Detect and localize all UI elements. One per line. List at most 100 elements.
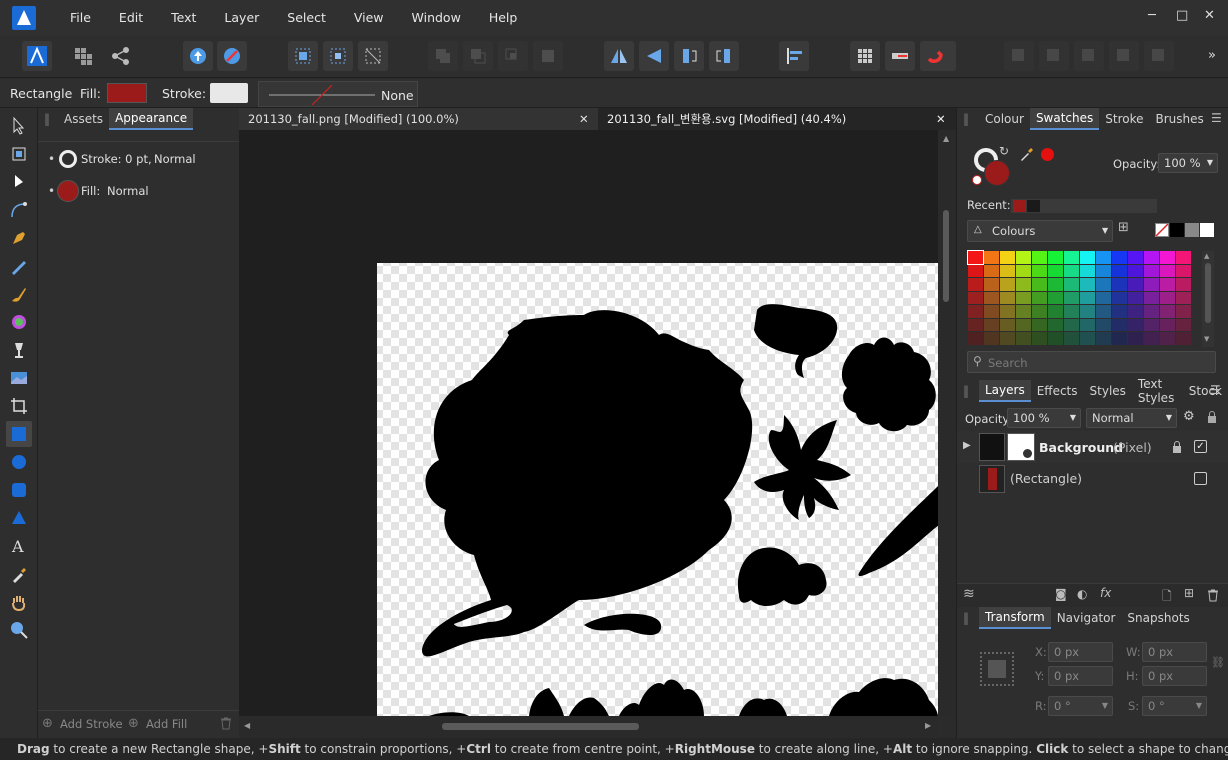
menu-layer[interactable]: Layer [210, 0, 273, 36]
adjustment-icon[interactable]: ◐ [1077, 587, 1087, 601]
swatch-cell[interactable] [984, 318, 999, 331]
arrange-4-button[interactable] [1109, 41, 1139, 71]
scroll-up-icon[interactable]: ▲ [1204, 252, 1209, 260]
swatch-cell[interactable] [1112, 291, 1127, 304]
tab-snapshots[interactable]: Snapshots [1121, 608, 1195, 628]
recent-color-swatch[interactable] [1027, 200, 1040, 212]
swatch-cell[interactable] [1032, 278, 1047, 291]
vertical-scroll-thumb[interactable] [943, 210, 949, 302]
swatch-cell[interactable] [1096, 291, 1111, 304]
menu-edit[interactable]: Edit [105, 0, 157, 36]
snapping-grid-button[interactable] [850, 41, 880, 71]
export-persona-button[interactable] [106, 41, 136, 71]
swatch-cell[interactable] [1160, 264, 1175, 277]
swatch-cell[interactable] [984, 251, 999, 264]
minimize-button[interactable]: ─ [1148, 8, 1156, 23]
swatch-cell[interactable] [1096, 264, 1111, 277]
swatch-cell[interactable] [1032, 264, 1047, 277]
layer-lock-icon[interactable] [1171, 440, 1183, 454]
swatch-cell[interactable] [1000, 264, 1015, 277]
swatch-cell[interactable] [1144, 251, 1159, 264]
designer-persona-button[interactable] [22, 41, 52, 71]
layer-visibility-checkbox[interactable]: ✓ [1194, 440, 1207, 453]
move-tool[interactable] [8, 115, 30, 137]
swatch-cell[interactable] [1160, 291, 1175, 304]
crop-tool[interactable] [8, 395, 30, 417]
swatch-cell[interactable] [1000, 318, 1015, 331]
swatch-cell[interactable] [984, 332, 999, 345]
swatch-cell[interactable] [1144, 291, 1159, 304]
layers-stack-icon[interactable]: ≋ [963, 586, 975, 602]
rotate-left-button[interactable] [674, 41, 704, 71]
menu-text[interactable]: Text [157, 0, 210, 36]
tab-colour[interactable]: Colour [979, 109, 1030, 129]
link-icon[interactable]: ⛓ [1211, 656, 1225, 669]
menu-select[interactable]: Select [273, 0, 340, 36]
swatch-cell[interactable] [1080, 305, 1095, 318]
palette-dropdown[interactable]: △ Colours ▼ [967, 220, 1113, 242]
tab-appearance[interactable]: Appearance [109, 108, 194, 130]
close-tab-icon[interactable]: ✕ [579, 108, 589, 130]
swatch-cell[interactable] [1064, 264, 1079, 277]
swatch-cell[interactable] [1048, 305, 1063, 318]
x-field[interactable]: 0 px [1048, 642, 1113, 662]
swatch-cell[interactable] [1096, 332, 1111, 345]
swatch-cell[interactable] [1032, 305, 1047, 318]
swatch-cell[interactable] [1112, 264, 1127, 277]
place-image-tool[interactable] [8, 367, 30, 389]
mask-layer-icon[interactable]: ◙ [1055, 587, 1067, 601]
align-button[interactable] [779, 41, 809, 71]
add-stroke-button[interactable]: Add Stroke [60, 717, 123, 731]
layer-row-rectangle[interactable]: (Rectangle) [957, 463, 1228, 495]
swatch-cell[interactable] [1176, 264, 1191, 277]
swatch-cell[interactable] [1032, 291, 1047, 304]
swatch-cell[interactable] [1048, 264, 1063, 277]
pixel-persona-button[interactable] [68, 41, 98, 71]
swatch-cell[interactable] [1160, 251, 1175, 264]
rotate-right-button[interactable] [709, 41, 739, 71]
swatch-cell[interactable] [1080, 318, 1095, 331]
swatch-cell[interactable] [1016, 305, 1031, 318]
menu-view[interactable]: View [340, 0, 398, 36]
swatch-cell[interactable] [1080, 332, 1095, 345]
fill-swatch-icon[interactable] [57, 180, 79, 202]
view-tool[interactable] [8, 591, 30, 613]
swatch-cell[interactable] [1000, 305, 1015, 318]
swatch-search-field[interactable]: ⚲ Search [967, 351, 1216, 373]
swatch-cell[interactable] [1160, 332, 1175, 345]
swatch-cell[interactable] [1000, 332, 1015, 345]
rectangle-tool[interactable] [6, 421, 32, 447]
swatch-cell[interactable] [1080, 291, 1095, 304]
document-canvas[interactable] [239, 130, 938, 716]
text-tool[interactable]: A [8, 535, 30, 557]
selection-box-alt-button[interactable] [323, 41, 353, 71]
layer-row-background[interactable]: ▶ Background (Pixel) ✓ [957, 431, 1228, 463]
swatch-cell[interactable] [1016, 264, 1031, 277]
scroll-right-icon[interactable]: ▶ [925, 721, 931, 730]
swatch-cell[interactable] [1048, 291, 1063, 304]
swatch-cell[interactable] [1080, 264, 1095, 277]
vector-brush-tool[interactable] [8, 283, 30, 305]
palette-options-icon[interactable]: ⊞ [1118, 220, 1129, 235]
swatch-cell[interactable] [984, 278, 999, 291]
triangle-tool[interactable] [8, 507, 30, 529]
boolean-xor-button[interactable] [533, 41, 563, 71]
zoom-tool[interactable] [8, 619, 30, 641]
tab-text-styles[interactable]: Text Styles [1132, 374, 1183, 408]
swatch-cell[interactable] [1128, 264, 1143, 277]
document-tab-png[interactable]: 201130_fall.png [Modified] (100.0%) ✕ [239, 108, 598, 130]
gray-swatch[interactable] [1185, 223, 1199, 237]
arrange-3-button[interactable] [1074, 41, 1104, 71]
expand-triangle-icon[interactable]: ▶ [963, 440, 971, 451]
swatch-cell[interactable] [1160, 318, 1175, 331]
tab-brushes[interactable]: Brushes [1150, 109, 1210, 129]
swatch-cell[interactable] [1000, 291, 1015, 304]
fill-row-label[interactable]: Fill: [81, 184, 100, 198]
h-field[interactable]: 0 px [1142, 666, 1207, 686]
color-picker-tool[interactable] [8, 563, 30, 585]
horizontal-scrollbar[interactable]: ◀ ▶ [239, 716, 938, 738]
swatch-cell[interactable] [1176, 305, 1191, 318]
swatch-cell[interactable] [1048, 318, 1063, 331]
scroll-left-icon[interactable]: ◀ [244, 721, 250, 730]
menu-window[interactable]: Window [398, 0, 475, 36]
